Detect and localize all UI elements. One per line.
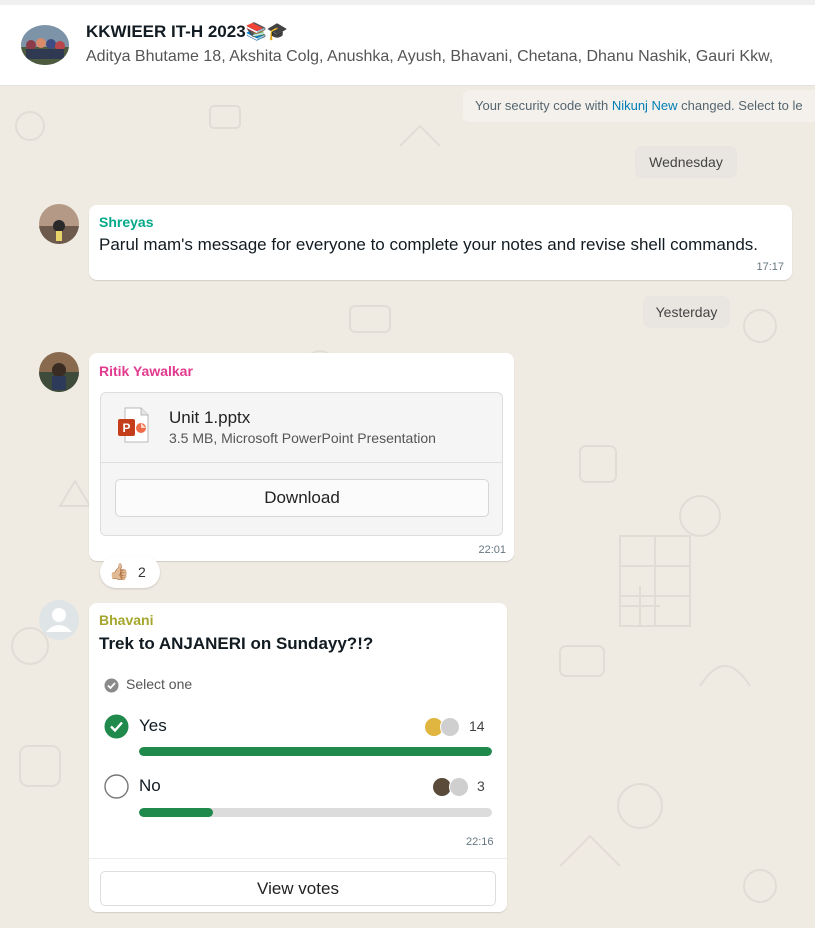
poll-option-no-label[interactable]: No bbox=[139, 776, 161, 796]
view-votes-button[interactable]: View votes bbox=[100, 871, 496, 906]
notice-prefix: Your security code with bbox=[475, 98, 612, 113]
check-circle-icon[interactable] bbox=[104, 714, 129, 739]
poll-time: 22:16 bbox=[466, 836, 494, 848]
group-members-list[interactable]: Aditya Bhutame 18, Akshita Colg, Anushka… bbox=[86, 48, 773, 66]
date-divider-wednesday: Wednesday bbox=[635, 146, 737, 178]
date-divider-yesterday: Yesterday bbox=[643, 296, 730, 328]
poll-option-no-bar bbox=[139, 808, 492, 817]
poll-question: Trek to ANJANERI on Sundayy?!? bbox=[99, 634, 374, 653]
poll-option-yes-fill bbox=[139, 747, 492, 756]
chat-header[interactable]: KKWIEER IT-H 2023📚🎓 Aditya Bhutame 18, A… bbox=[0, 0, 815, 86]
thumbs-up-icon: 👍🏼 bbox=[109, 564, 129, 581]
message-bubble-shreyas[interactable]: Shreyas Parul mam's message for everyone… bbox=[89, 205, 792, 280]
file-attachment-card[interactable]: P Unit 1.pptx 3.5 MB, Microsoft PowerPoi… bbox=[100, 392, 503, 536]
message-time: 17:17 bbox=[756, 261, 784, 273]
poll-option-yes-count[interactable]: 14 bbox=[469, 718, 485, 734]
divider bbox=[101, 462, 502, 463]
file-name: Unit 1.pptx bbox=[169, 408, 251, 427]
select-one-icon bbox=[104, 678, 119, 693]
file-meta: 3.5 MB, Microsoft PowerPoint Presentatio… bbox=[169, 430, 436, 446]
divider bbox=[89, 858, 507, 859]
person-placeholder-icon bbox=[39, 600, 79, 640]
message-text: Parul mam's message for everyone to comp… bbox=[99, 235, 758, 254]
voter-avatar bbox=[440, 717, 460, 737]
poll-option-no-count[interactable]: 3 bbox=[477, 778, 485, 794]
notice-suffix: changed. Select to le bbox=[677, 98, 803, 113]
reaction-badge[interactable]: 👍🏼 2 bbox=[100, 556, 160, 588]
reaction-count: 2 bbox=[138, 564, 146, 580]
sender-name[interactable]: Bhavani bbox=[99, 612, 153, 628]
sender-name[interactable]: Shreyas bbox=[99, 214, 153, 230]
avatar-bhavani[interactable] bbox=[39, 600, 79, 640]
avatar-shreyas[interactable] bbox=[39, 204, 79, 244]
avatar-ritik[interactable] bbox=[39, 352, 79, 392]
poll-option-yes-bar bbox=[139, 747, 492, 756]
security-code-notice[interactable]: Your security code with Nikunj New chang… bbox=[463, 90, 815, 122]
svg-text:P: P bbox=[122, 421, 130, 435]
download-button[interactable]: Download bbox=[115, 479, 489, 517]
message-time: 22:01 bbox=[478, 544, 506, 556]
radio-empty-icon[interactable] bbox=[104, 774, 129, 799]
poll-option-no-fill bbox=[139, 808, 214, 817]
notice-contact-link[interactable]: Nikunj New bbox=[612, 98, 678, 113]
powerpoint-file-icon: P bbox=[118, 407, 149, 443]
poll-option-yes-label[interactable]: Yes bbox=[139, 716, 167, 736]
poll-select-hint: Select one bbox=[126, 676, 193, 692]
group-title[interactable]: KKWIEER IT-H 2023📚🎓 bbox=[86, 22, 288, 42]
group-avatar[interactable] bbox=[21, 25, 69, 65]
voter-avatar bbox=[449, 777, 469, 797]
sender-name[interactable]: Ritik Yawalkar bbox=[99, 363, 193, 379]
